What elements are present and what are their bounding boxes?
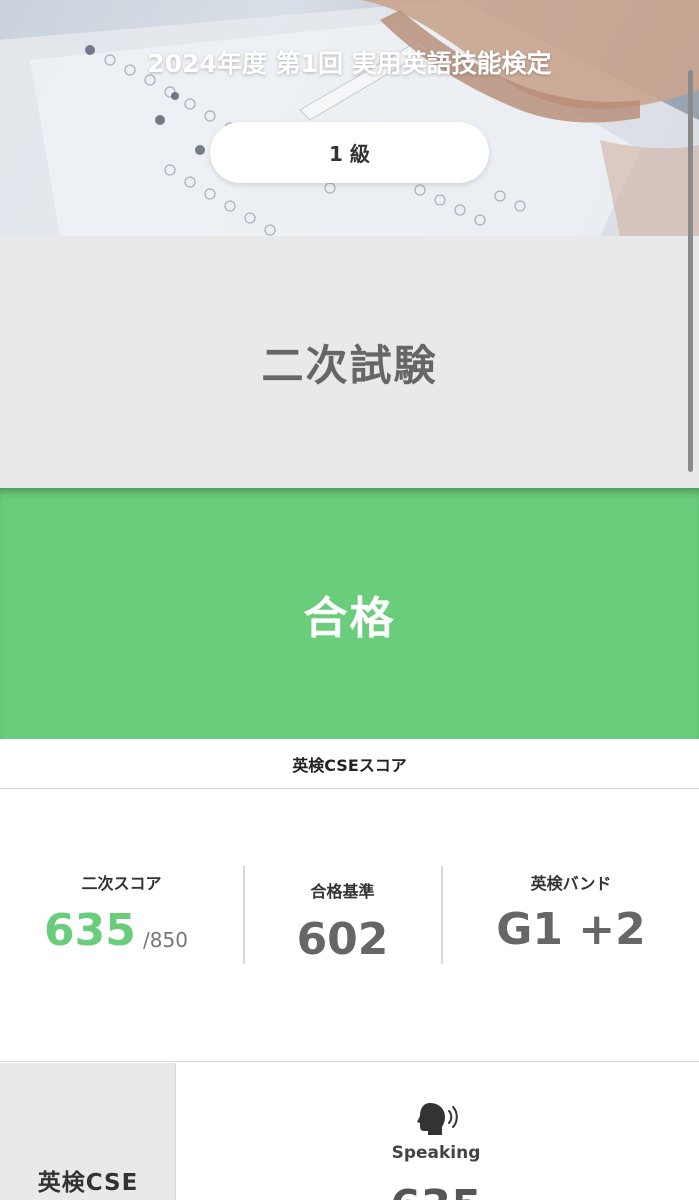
scrollbar[interactable]: [688, 70, 693, 472]
hero-header: 2024年度 第1回 実用英語技能検定 1 級: [0, 0, 699, 236]
exam-title: 2024年度 第1回 実用英語技能検定: [147, 49, 552, 78]
passing-score-label: 合格基準: [310, 882, 375, 901]
breakdown-side-panel: 英検CSE: [0, 1063, 176, 1200]
speaking-score: 635: [336, 1181, 536, 1200]
speaking-label: Speaking: [391, 1143, 481, 1163]
secondary-score-max: /850: [143, 928, 188, 952]
secondary-score-value: 635: [44, 905, 136, 956]
answer-sheet-photo: [0, 0, 699, 236]
score-summary: 二次スコア 635 /850 合格基準 602 英検バンド G1 +2: [0, 790, 699, 1062]
passing-score-column: 合格基準 602: [244, 790, 441, 1062]
exam-stage-label: 二次試験: [0, 236, 699, 488]
grade-button[interactable]: 1 級: [210, 122, 489, 183]
result-page: 2024年度 第1回 実用英語技能検定 1 級 二次試験 合格 英検CSEスコア…: [0, 0, 699, 1200]
band-value: G1 +2: [496, 904, 646, 955]
breakdown-side-label: 英検CSE: [37, 1170, 139, 1196]
result-banner: 合格: [0, 488, 699, 739]
skill-breakdown: 英検CSE Speaking 635: [0, 1063, 699, 1200]
secondary-score-label: 二次スコア: [81, 874, 162, 893]
band-label: 英検バンド: [530, 874, 612, 893]
secondary-score-column: 二次スコア 635 /850: [0, 790, 243, 1062]
cse-score-header: 英検CSEスコア: [0, 739, 699, 789]
passing-score-value: 602: [296, 914, 389, 965]
speaking-head-icon: [417, 1103, 458, 1135]
band-column: 英検バンド G1 +2: [443, 790, 699, 1062]
